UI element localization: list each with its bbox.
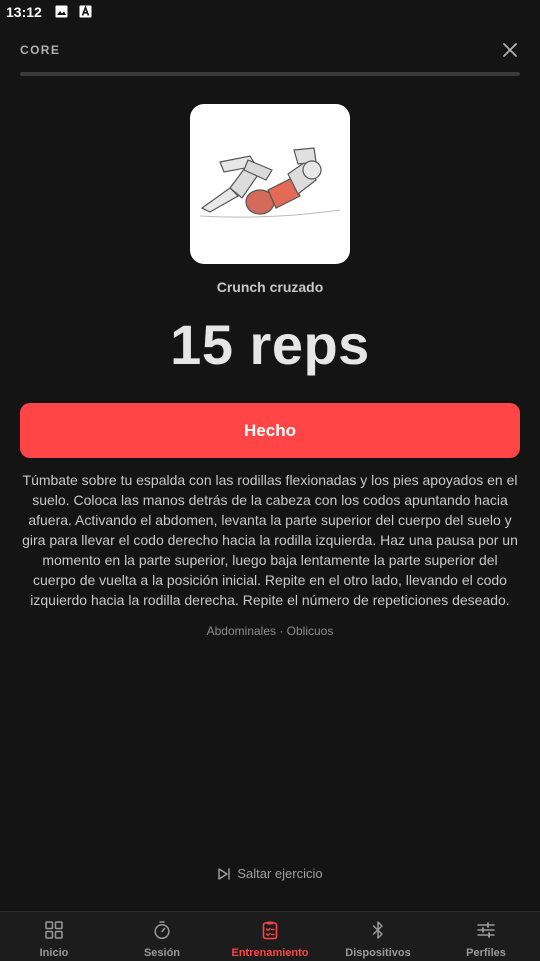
nav-label: Sesión	[143, 947, 181, 959]
nav-item-entrenamiento[interactable]: Entrenamiento	[216, 912, 324, 961]
crunch-figure-icon	[199, 147, 341, 218]
stopwatch-icon	[154, 921, 170, 940]
nav-item-inicio[interactable]: Inicio	[0, 912, 108, 961]
grid-icon	[45, 921, 63, 939]
nav-label: Entrenamiento	[231, 947, 309, 959]
workout-section-title: CORE	[20, 43, 61, 57]
clipboard-icon	[262, 921, 278, 940]
workout-progress-bar	[20, 72, 520, 76]
nav-label: Inicio	[39, 947, 69, 959]
done-button[interactable]: Hecho	[20, 403, 520, 458]
nav-label: Dispositivos	[345, 947, 411, 959]
nav-label: Perfiles	[466, 947, 506, 959]
close-icon	[503, 43, 517, 57]
bottom-navigation: Inicio Sesión Entrenamiento Dispositivos…	[0, 911, 540, 961]
exercise-name: Crunch cruzado	[216, 279, 324, 295]
skip-next-icon	[218, 868, 231, 880]
nav-item-perfiles[interactable]: Perfiles	[432, 912, 540, 961]
status-bar: 13:12	[0, 0, 540, 24]
close-button[interactable]	[500, 40, 520, 60]
skip-exercise-label: Saltar ejercicio	[237, 866, 323, 881]
font-notification-icon	[79, 5, 92, 18]
target-muscles: Abdominales · Oblicuos	[206, 624, 334, 638]
bluetooth-icon	[372, 921, 383, 939]
nav-item-dispositivos[interactable]: Dispositivos	[324, 912, 432, 961]
image-notification-icon	[55, 5, 68, 18]
status-time: 13:12	[6, 4, 42, 20]
exercise-illustration	[190, 104, 350, 264]
exercise-description: Túmbate sobre tu espalda con las rodilla…	[22, 472, 518, 608]
rep-count: 15 reps	[170, 313, 370, 376]
sliders-icon	[477, 922, 495, 938]
nav-item-sesion[interactable]: Sesión	[108, 912, 216, 961]
skip-exercise-button[interactable]: Saltar ejercicio	[0, 866, 540, 881]
